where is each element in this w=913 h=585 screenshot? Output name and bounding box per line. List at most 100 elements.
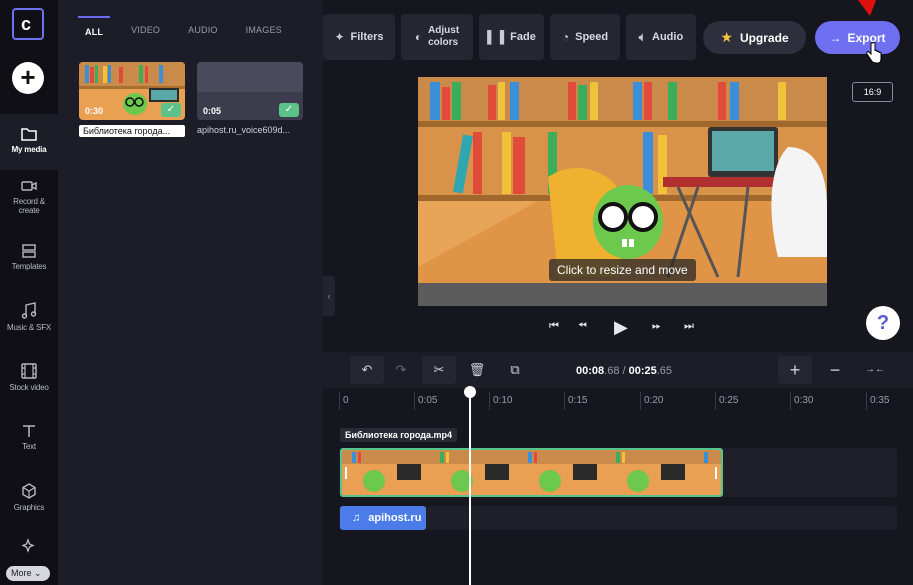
tick-line <box>866 392 867 410</box>
more-button[interactable]: More ⌄ <box>6 566 50 581</box>
music-icon <box>21 302 37 319</box>
video-clip[interactable] <box>340 448 723 497</box>
tick-label: 0:05 <box>418 395 438 406</box>
speed-icon: ◔ <box>561 30 570 44</box>
text-icon <box>23 425 35 437</box>
filters-button[interactable]: ✦ Filters <box>323 14 395 60</box>
rail-item-record-create[interactable]: Record & create <box>0 178 58 228</box>
arrow-right-icon: → <box>829 30 842 45</box>
tick-label: 0:15 <box>568 395 588 406</box>
audio-clip-label: apihost.ru <box>368 512 422 524</box>
skip-to-start-button[interactable]: ⏮︎ <box>549 320 559 333</box>
audio-button[interactable]: 🔈︎ Audio <box>626 14 696 60</box>
tab-all[interactable]: ALL <box>78 16 111 43</box>
check-icon: ✓ <box>279 103 299 117</box>
film-icon <box>21 363 37 379</box>
rail-item-text[interactable]: Text <box>0 423 58 463</box>
contrast-icon: ◐ <box>414 30 423 44</box>
music-note-icon: ♫ <box>352 512 361 524</box>
rail-item-graphics[interactable]: Graphics <box>0 482 58 522</box>
skip-to-end-button[interactable]: ⏭︎ <box>684 320 694 333</box>
tab-images[interactable]: IMAGES <box>239 16 289 43</box>
filters-label: Filters <box>350 31 384 43</box>
rewind-button[interactable]: ⏪︎ <box>578 320 587 333</box>
rail-item-templates[interactable]: Templates <box>0 243 58 283</box>
redo-button[interactable]: ↷ <box>387 356 415 384</box>
aspect-ratio-button[interactable]: 16:9 <box>852 82 893 102</box>
media-item-name[interactable]: apihost.ru_voice609d... <box>197 125 307 135</box>
tick-line <box>414 392 415 410</box>
rail-item-effects[interactable] <box>0 538 58 558</box>
duplicate-button[interactable]: ⧉ <box>500 356 530 384</box>
camera-icon <box>21 181 37 191</box>
tick-line <box>640 392 641 410</box>
speaker-icon: 🔈︎ <box>638 29 647 44</box>
rail-item-stock-video[interactable]: Stock video <box>0 362 58 402</box>
add-media-button[interactable]: + <box>12 62 44 94</box>
undo-button[interactable]: ↶ <box>350 356 384 384</box>
media-item-audio-thumbnail[interactable]: 0:05 ✓ <box>197 62 303 120</box>
current-time-fraction: .68 <box>604 365 620 377</box>
media-tabs: ALL VIDEO AUDIO IMAGES <box>78 16 303 43</box>
rail-label: Stock video <box>9 383 49 392</box>
total-time: 00:25 <box>628 365 657 377</box>
media-item-video-thumbnail[interactable]: 0:30 ✓ <box>79 62 185 120</box>
media-duration: 0:30 <box>85 106 104 116</box>
tick-label: 0:30 <box>794 395 814 406</box>
clipchamp-logo[interactable]: c <box>12 8 44 40</box>
tick-label: 0:20 <box>644 395 664 406</box>
tab-video[interactable]: VIDEO <box>124 16 167 43</box>
tick-line <box>715 392 716 410</box>
fade-button[interactable]: ▌▐ Fade <box>479 14 544 60</box>
fast-forward-button[interactable]: ⏩︎ <box>652 320 661 333</box>
hand-cursor-icon <box>866 42 882 64</box>
chevron-down-icon: ⌄ <box>34 568 42 578</box>
playhead-handle[interactable] <box>464 386 476 398</box>
play-button[interactable]: ▶ <box>614 317 628 338</box>
red-pointer-arrow-icon <box>858 0 876 16</box>
export-button[interactable]: → Export <box>815 21 900 54</box>
tick-line <box>564 392 565 410</box>
rail-label: Graphics <box>13 503 45 512</box>
tick-label: 0 <box>343 395 349 406</box>
folder-icon <box>21 128 37 141</box>
playhead[interactable] <box>469 388 471 585</box>
audio-label: Audio <box>652 31 684 43</box>
speed-label: Speed <box>575 31 609 43</box>
duplicate-icon: ⧉ <box>510 362 520 377</box>
delete-button[interactable]: 🗑︎ <box>462 356 492 384</box>
timeline-ruler[interactable] <box>323 388 913 418</box>
fade-label: Fade <box>510 31 536 43</box>
resize-hint-tooltip: Click to resize and move <box>549 259 696 281</box>
adjust-colors-button[interactable]: ◐ Adjust colors <box>401 14 473 60</box>
media-item-name[interactable]: Библиотека города... <box>79 125 185 137</box>
audio-clip[interactable]: ♫ apihost.ru <box>340 506 426 530</box>
speed-button[interactable]: ◔ Speed <box>550 14 620 60</box>
upgrade-button[interactable]: ★ Upgrade <box>703 21 806 54</box>
rail-item-my-media[interactable]: My media <box>0 114 58 170</box>
timecode: 00:08.68 / 00:25.65 <box>576 365 673 377</box>
tick-line <box>489 392 490 410</box>
clip-filename-label: Библиотека города.mp4 <box>340 428 458 442</box>
tick-label: 0:10 <box>493 395 513 406</box>
rail-item-music-sfx[interactable]: Music & SFX <box>0 302 58 342</box>
tick-label: 0:25 <box>719 395 739 406</box>
fit-timeline-button[interactable]: →← <box>858 356 892 384</box>
fade-icon: ▌▐ <box>487 30 505 44</box>
left-rail: c + My media Record & create Templates M… <box>0 0 58 585</box>
templates-icon <box>22 244 36 258</box>
help-button[interactable]: ? <box>866 306 900 340</box>
current-time: 00:08 <box>576 365 605 377</box>
zoom-out-button[interactable]: − <box>818 356 852 384</box>
video-clip-filmstrip <box>342 450 721 495</box>
tab-audio[interactable]: AUDIO <box>181 16 225 43</box>
upgrade-label: Upgrade <box>739 30 789 45</box>
collapse-panel-handle[interactable]: ‹ <box>323 276 335 316</box>
rail-label: Music & SFX <box>6 323 52 332</box>
sparkle-icon: ✦ <box>334 30 345 44</box>
zoom-in-button[interactable]: + <box>778 356 812 384</box>
split-button[interactable]: ✂ <box>422 356 456 384</box>
rail-label: My media <box>11 145 47 154</box>
svg-text:c: c <box>21 14 31 34</box>
sparkle-icon <box>21 538 35 553</box>
